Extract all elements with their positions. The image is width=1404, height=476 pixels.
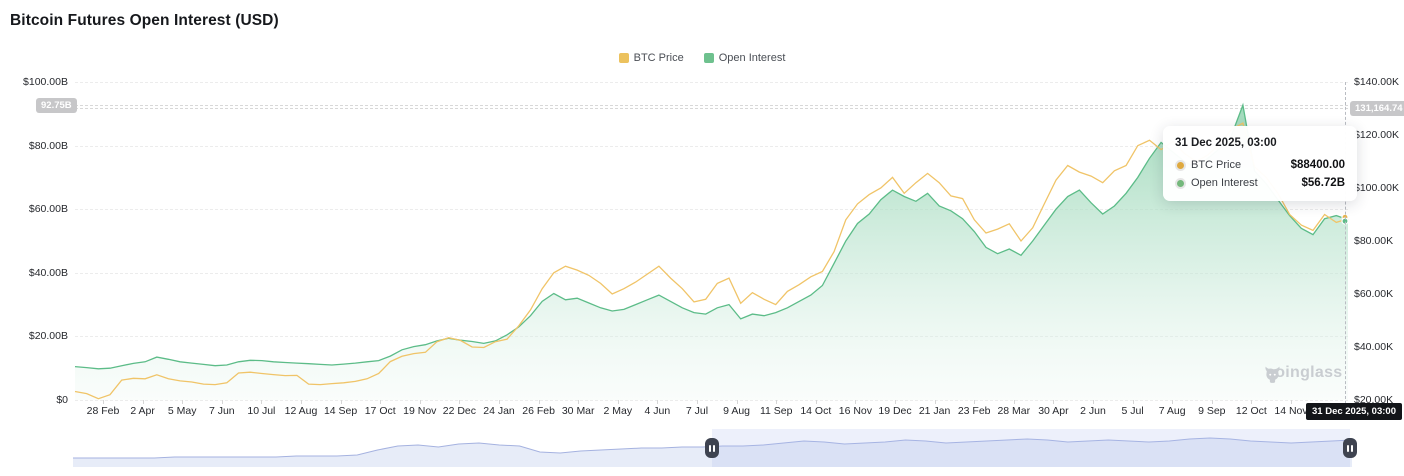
series-dot-icon (1175, 159, 1186, 171)
series-dot-icon (1175, 177, 1186, 189)
tooltip-row: BTC Price $88400.00 (1175, 159, 1345, 171)
tooltip-series-label: Open Interest (1191, 177, 1258, 189)
range-navigator[interactable] (0, 0, 1404, 476)
navigator-selected-range[interactable] (712, 429, 1350, 467)
navigator-handle-right[interactable] (1343, 438, 1357, 458)
chart-page: Bitcoin Futures Open Interest (USD) BTC … (0, 0, 1404, 476)
pause-icon (1347, 444, 1353, 452)
tooltip-row: Open Interest $56.72B (1175, 177, 1345, 189)
tooltip-series-label: BTC Price (1191, 159, 1242, 171)
chart-tooltip: 31 Dec 2025, 03:00 BTC Price $88400.00 Ope… (1163, 126, 1357, 201)
pause-icon (709, 444, 715, 452)
watermark: coinglass (1262, 364, 1343, 383)
tooltip-series-value: $88400.00 (1290, 159, 1345, 171)
tooltip-date: 31 Dec 2025, 03:00 (1175, 137, 1277, 149)
tooltip-series-value: $56.72B (1301, 177, 1345, 189)
navigator-handle-left[interactable] (705, 438, 719, 458)
